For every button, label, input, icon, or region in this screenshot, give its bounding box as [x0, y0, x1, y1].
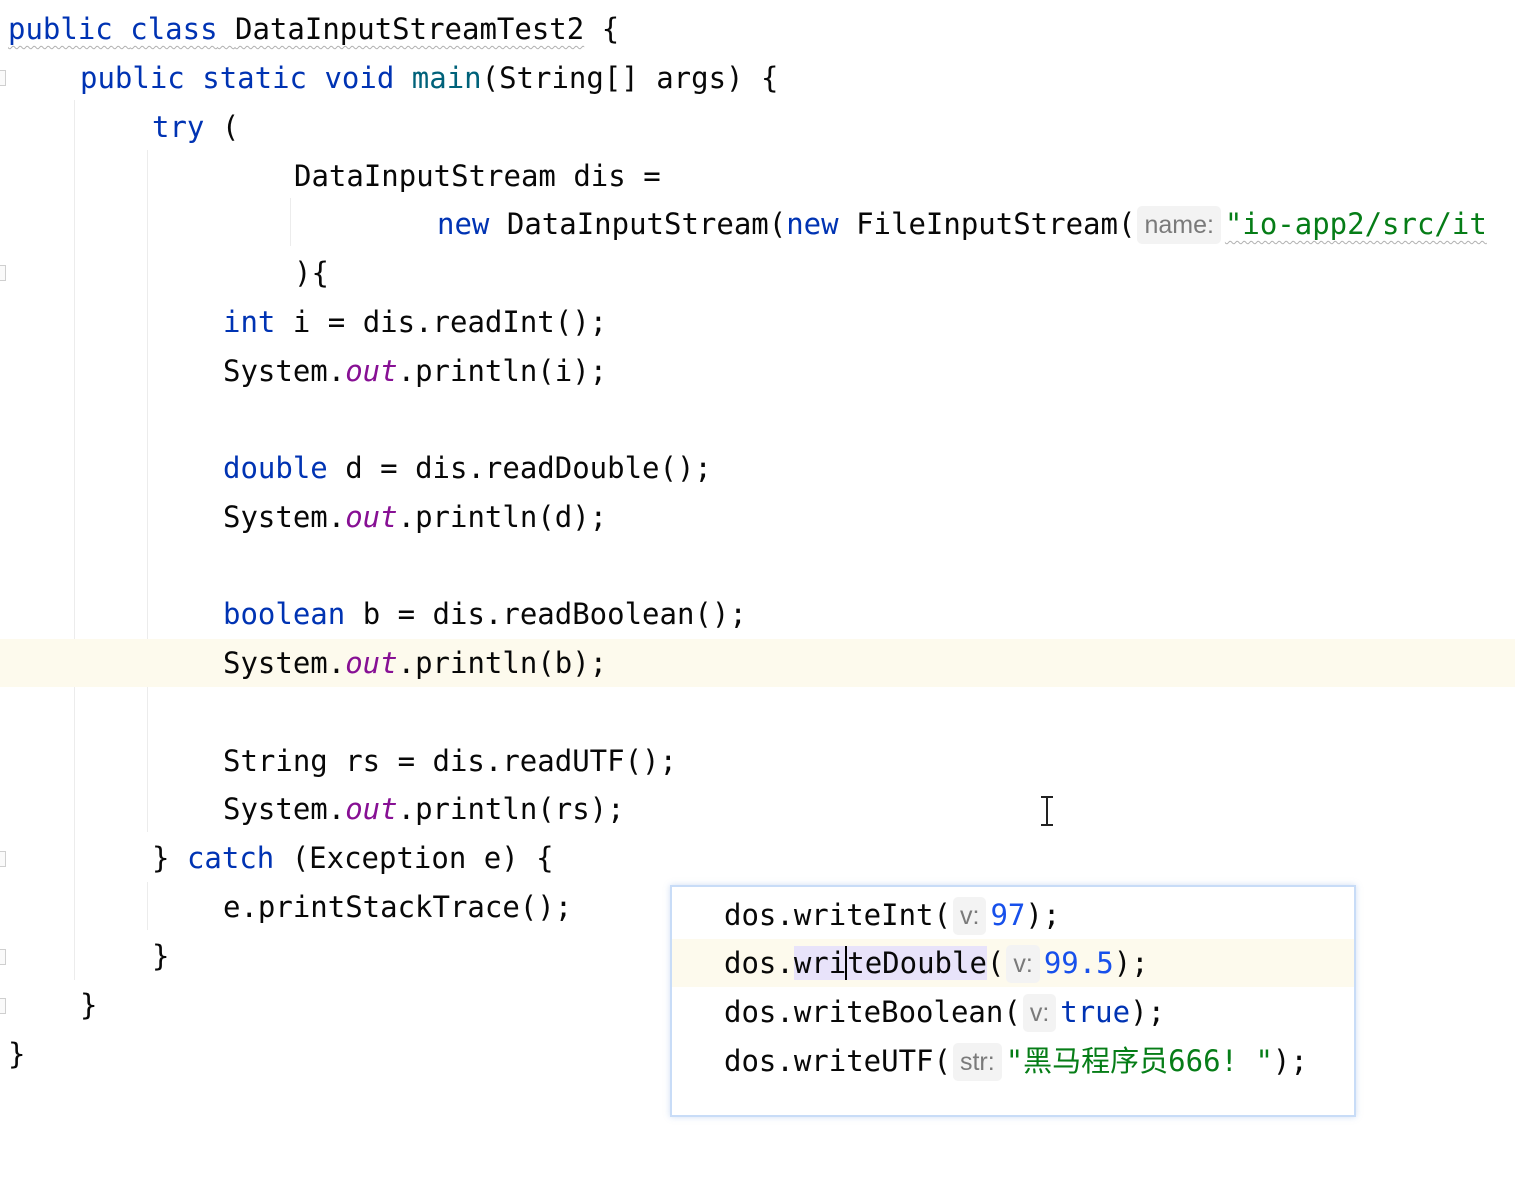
- code-text: );: [1130, 995, 1166, 1029]
- code-text: dos.: [724, 946, 794, 980]
- string-literal: "黑马程序员666! ": [1005, 1044, 1273, 1078]
- brace: }: [80, 988, 98, 1022]
- code-text: DataInputStream dis =: [294, 159, 661, 193]
- class-name: DataInputStreamTest2: [235, 12, 585, 46]
- code-text: System.: [223, 792, 346, 826]
- code-text: dos.writeInt(: [724, 898, 951, 932]
- code-text: dos.writeBoolean(: [724, 995, 1021, 1029]
- code-text: e.printStackTrace();: [223, 890, 573, 924]
- brace: }: [152, 939, 170, 973]
- current-code-line[interactable]: System.out.println(b);: [0, 639, 1515, 687]
- code-text: );: [1113, 946, 1149, 980]
- popup-current-code-line[interactable]: dos.writeDouble(v: 99.5);: [672, 939, 1354, 987]
- code-line[interactable]: System.out.println(rs);: [0, 785, 1515, 833]
- text-cursor-icon: [1041, 796, 1053, 826]
- keyword: boolean: [223, 597, 346, 631]
- parameter-hint: v:: [1022, 994, 1057, 1032]
- code-text: d = dis.readDouble();: [345, 451, 712, 485]
- code-line[interactable]: double d = dis.readDouble();: [0, 444, 1515, 492]
- number-literal: 99.5: [1043, 946, 1114, 980]
- keyword: catch: [186, 841, 275, 875]
- code-line[interactable]: String rs = dis.readUTF();: [0, 737, 1515, 785]
- code-line[interactable]: boolean b = dis.readBoolean();: [0, 590, 1515, 638]
- code-text: FileInputStream(: [856, 207, 1136, 241]
- code-text: System.: [223, 354, 346, 388]
- code-line[interactable]: new DataInputStream(new FileInputStream(…: [0, 200, 1515, 248]
- code-text: ){: [294, 256, 329, 290]
- static-field: out: [345, 646, 398, 680]
- keyword: double: [223, 451, 328, 485]
- parameter-hint: v:: [1006, 945, 1040, 983]
- static-field: out: [345, 500, 398, 534]
- method-params: (String[] args) {: [481, 61, 779, 95]
- keyword: public: [80, 61, 185, 95]
- code-text: .println(rs);: [397, 792, 625, 826]
- code-text: System.: [223, 500, 346, 534]
- keyword: true: [1060, 995, 1131, 1029]
- keyword: static: [202, 61, 307, 95]
- code-text: );: [1272, 1044, 1308, 1078]
- code-text: .println(b);: [397, 646, 608, 680]
- brace: }: [152, 841, 170, 875]
- keyword: void: [324, 61, 395, 95]
- keyword: public: [8, 12, 113, 46]
- keyword: class: [130, 12, 218, 46]
- code-editor[interactable]: public class DataInputStreamTest2 { publ…: [0, 0, 1515, 1126]
- code-line[interactable]: DataInputStream dis =: [0, 152, 1515, 200]
- parameter-hint: str:: [952, 1043, 1002, 1081]
- code-text: );: [1025, 898, 1061, 932]
- code-preview-popup: dos.writeInt(v: 97); dos.writeDouble(v: 99…: [670, 885, 1356, 1117]
- popup-code-line[interactable]: dos.writeBoolean(v: true);: [672, 988, 1354, 1036]
- static-field: out: [345, 354, 398, 388]
- code-text: (: [221, 110, 240, 144]
- code-line[interactable]: int i = dis.readInt();: [0, 298, 1515, 346]
- number-literal: 97: [990, 898, 1026, 932]
- code-line[interactable]: System.out.println(i);: [0, 347, 1515, 395]
- code-text: .println(i);: [397, 354, 608, 388]
- keyword: new: [786, 207, 839, 241]
- static-field: out: [345, 792, 398, 826]
- parameter-hint: name:: [1137, 206, 1221, 244]
- code-line[interactable]: try (: [0, 103, 1515, 151]
- code-text: String rs = dis.readUTF();: [223, 744, 677, 778]
- code-text: i = dis.readInt();: [292, 305, 608, 339]
- code-line[interactable]: ){: [0, 249, 1515, 297]
- selected-text: wri: [793, 946, 847, 980]
- string-literal: "io-app2/src/it: [1224, 207, 1487, 241]
- method-name: main: [411, 61, 482, 95]
- code-text: DataInputStream(: [506, 207, 787, 241]
- code-line[interactable]: public static void main(String[] args) {: [0, 54, 1515, 102]
- brace: {: [601, 12, 620, 46]
- popup-code-line[interactable]: dos.writeUTF(str: "黑马程序员666! ");: [672, 1037, 1354, 1085]
- code-text: dos.writeUTF(: [724, 1044, 951, 1078]
- selected-text: teDouble: [847, 946, 987, 980]
- code-text: System.: [223, 646, 346, 680]
- code-line[interactable]: public class DataInputStreamTest2 {: [0, 5, 1515, 53]
- code-text: b = dis.readBoolean();: [362, 597, 747, 631]
- parameter-hint: v:: [952, 897, 987, 935]
- keyword: new: [437, 207, 490, 241]
- code-text: (Exception e) {: [291, 841, 554, 875]
- code-line[interactable]: } catch (Exception e) {: [0, 834, 1515, 882]
- code-line[interactable]: System.out.println(d);: [0, 493, 1515, 541]
- popup-code-line[interactable]: dos.writeInt(v: 97);: [672, 891, 1354, 939]
- code-text: .println(d);: [397, 500, 608, 534]
- keyword: try: [152, 110, 205, 144]
- keyword: int: [223, 305, 276, 339]
- code-text: (: [986, 946, 1005, 980]
- brace: }: [8, 1037, 26, 1071]
